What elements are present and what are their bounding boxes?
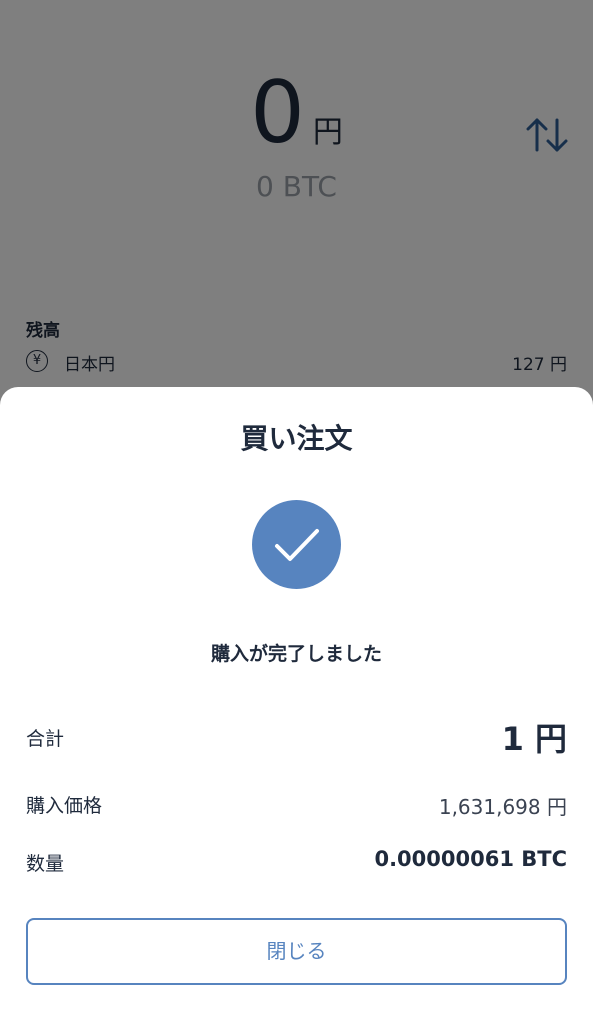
screen: 0円 0 BTC 残高 ¥ 日本円 127 円 買い注文 — [0, 0, 593, 1024]
total-row: 合計 1 円 — [26, 714, 567, 758]
buy-order-sheet: 買い注文 購入が完了しました 合計 1 円 購入価格 1,631,698 円 数… — [0, 387, 593, 1024]
checkmark-circle-icon — [252, 500, 341, 589]
success-message: 購入が完了しました — [210, 643, 382, 665]
quantity-label: 数量 — [26, 853, 65, 875]
quantity-value: 0.00000061 BTC — [374, 847, 567, 871]
total-value: 1 円 — [501, 720, 567, 758]
close-button[interactable]: 閉じる — [26, 918, 567, 985]
purchase-price-value: 1,631,698 円 — [438, 795, 567, 819]
purchase-price-row: 購入価格 1,631,698 円 — [26, 789, 567, 819]
purchase-price-label: 購入価格 — [26, 795, 103, 817]
sheet-title: 買い注文 — [240, 422, 353, 455]
quantity-row: 数量 0.00000061 BTC — [26, 847, 567, 877]
total-label: 合計 — [26, 728, 65, 750]
